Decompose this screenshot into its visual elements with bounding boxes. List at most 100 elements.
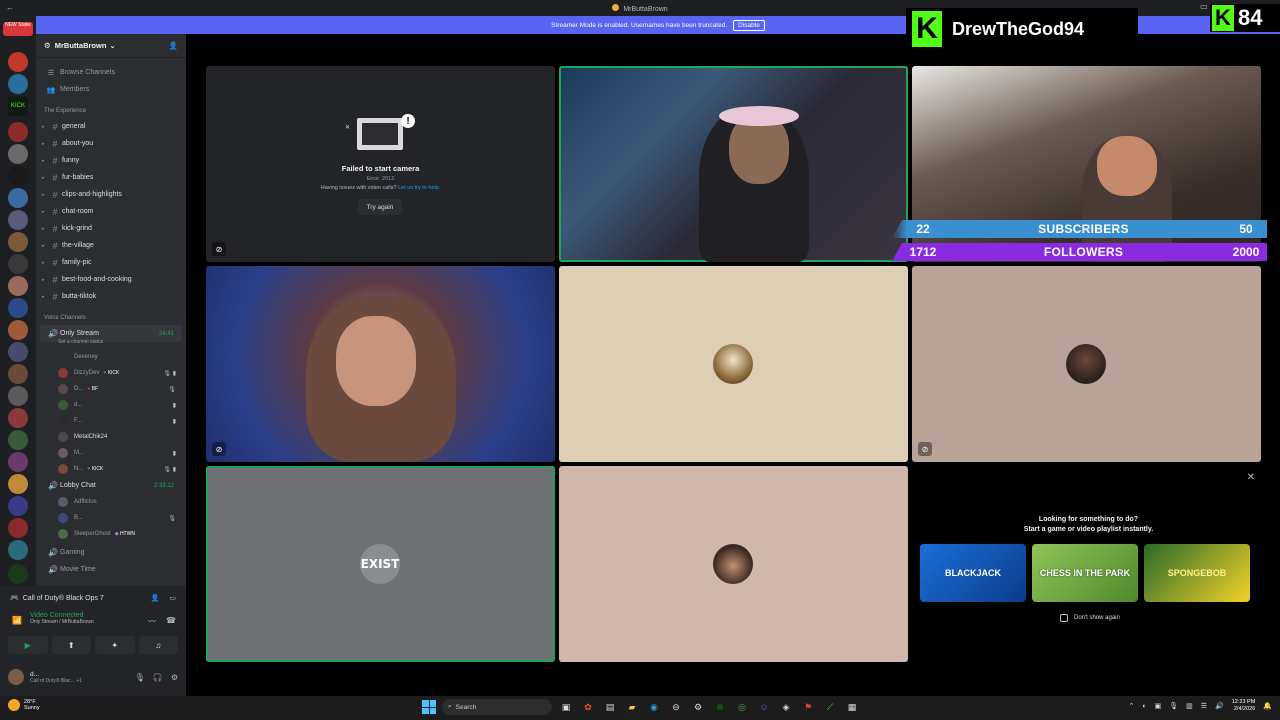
members-item[interactable]: 👥 Members	[36, 81, 186, 98]
taskbar-search[interactable]: ⌕ Search	[442, 699, 552, 715]
server-icon[interactable]	[8, 430, 28, 450]
notifications-icon[interactable]: 🔔	[1263, 702, 1272, 710]
voice-category-header[interactable]: Voice Channels	[36, 311, 186, 325]
video-tile-avatar[interactable]	[559, 466, 908, 662]
video-tile-camera-error[interactable]: ✕ ! Failed to start camera Error: 2012 H…	[206, 66, 555, 262]
invite-people-icon[interactable]: 👤	[169, 41, 178, 50]
server-icon[interactable]	[8, 276, 28, 296]
activity-card-chess[interactable]: CHESS IN THE PARK	[1032, 544, 1138, 602]
channel-fur-babies[interactable]: ▸ # fur-babies	[36, 169, 186, 186]
steam-icon[interactable]: ⚙	[690, 699, 706, 715]
stake-server-badge[interactable]: NEW Stake	[3, 22, 33, 36]
app-icon[interactable]: ▦	[844, 699, 860, 715]
server-icon[interactable]	[8, 564, 28, 584]
tray-icon[interactable]: ▣	[1155, 702, 1162, 710]
share-screen-button[interactable]: ⬆	[51, 636, 91, 654]
video-tile-avatar[interactable]	[559, 266, 908, 462]
channel-status[interactable]: Set a channel status	[36, 339, 186, 349]
weather-widget[interactable]: 28°F Sunny	[8, 699, 40, 711]
server-icon[interactable]	[8, 166, 28, 186]
server-icon[interactable]	[8, 210, 28, 230]
channel-chat-room[interactable]: ▸ # chat-room	[36, 203, 186, 220]
store-icon[interactable]: ▤	[602, 699, 618, 715]
edge-icon[interactable]: ◉	[646, 699, 662, 715]
voice-channel-movie-time[interactable]: 🔊 Movie Time	[40, 561, 182, 578]
channel-funny[interactable]: ▸ # funny	[36, 152, 186, 169]
activity-card-blackjack[interactable]: BLACKJACK	[920, 544, 1026, 602]
server-icon[interactable]	[8, 298, 28, 318]
channel-food[interactable]: ▸ # best-food-and-cooking	[36, 271, 186, 288]
volume-icon[interactable]: 🔊	[1215, 702, 1224, 710]
server-icon[interactable]	[8, 386, 28, 406]
server-icon[interactable]	[8, 74, 28, 94]
server-icon[interactable]	[8, 364, 28, 384]
mic-icon[interactable]: 🎙	[135, 673, 145, 682]
server-icon[interactable]	[8, 122, 28, 142]
server-icon[interactable]: KICK	[8, 96, 28, 116]
voice-user[interactable]: D... ● BF 🎙	[36, 381, 186, 397]
server-icon[interactable]	[8, 342, 28, 362]
soundboard-button[interactable]: ♫	[138, 636, 178, 654]
noise-suppression-icon[interactable]: 〰	[148, 616, 156, 627]
voice-user[interactable]: F... ▮	[36, 413, 186, 429]
channel-the-village[interactable]: ▸ # the-village	[36, 237, 186, 254]
gear-icon[interactable]: ⚙	[171, 673, 178, 682]
close-icon[interactable]: ✕	[1247, 472, 1255, 483]
server-icon[interactable]	[8, 188, 28, 208]
chevron-up-icon[interactable]: ⌃	[1128, 702, 1134, 710]
server-icon[interactable]	[8, 232, 28, 252]
clock[interactable]: 12:23 PM 2/4/2026	[1232, 699, 1256, 713]
avatar[interactable]	[8, 669, 24, 685]
server-icon[interactable]	[8, 254, 28, 274]
channel-family-pic[interactable]: ▸ # family-pic	[36, 254, 186, 271]
channel-clips[interactable]: ▸ # clips-and-highlights	[36, 186, 186, 203]
channel-about-you[interactable]: ▸ # about-you	[36, 135, 186, 152]
voice-user[interactable]: B... 🎙	[36, 510, 186, 526]
screen-icon[interactable]: ▭	[169, 594, 176, 602]
voice-user[interactable]: MetalChik24	[36, 429, 186, 445]
file-explorer-icon[interactable]: ▰	[624, 699, 640, 715]
voice-user[interactable]: Deveney	[36, 349, 186, 365]
app-icon[interactable]: ◈	[778, 699, 794, 715]
channel-general[interactable]: ▸ # general	[36, 118, 186, 135]
voice-user[interactable]: SleeperGhost ◆ HTWN	[36, 526, 186, 542]
channel-kick-grind[interactable]: ▸ # kick-grind	[36, 220, 186, 237]
dont-show-again[interactable]: Don't show again	[1060, 614, 1120, 622]
channel-butta-tiktok[interactable]: ▸ # butta-tiktok	[36, 288, 186, 305]
windows-start-icon[interactable]	[422, 700, 436, 714]
checkbox[interactable]	[1060, 614, 1068, 622]
server-icon[interactable]	[8, 52, 28, 72]
copilot-icon[interactable]: ✿	[580, 699, 596, 715]
person-add-icon[interactable]: 👤	[151, 594, 160, 602]
voice-channel-lobby[interactable]: 🔊 Lobby Chat 2:33:12	[40, 477, 182, 494]
voice-user[interactable]: DizzyDev ♥ KICK 🎙 ▮	[36, 365, 186, 381]
help-link[interactable]: Let us try to help.	[398, 185, 440, 191]
network-icon[interactable]: ☰	[1201, 702, 1207, 710]
video-tile-streamer[interactable]	[559, 66, 908, 262]
media-icon[interactable]: ⊖	[668, 699, 684, 715]
camera-button[interactable]: ▶	[8, 636, 48, 654]
voice-user[interactable]: Adflictus	[36, 494, 186, 510]
server-icon[interactable]	[8, 452, 28, 472]
server-icon[interactable]	[8, 496, 28, 516]
back-icon[interactable]: ←	[6, 3, 14, 12]
activity-card-spongebob[interactable]: SPONGEBOB	[1144, 544, 1250, 602]
voice-user[interactable]: M... ▮	[36, 445, 186, 461]
server-icon[interactable]	[8, 408, 28, 428]
server-icon[interactable]	[8, 144, 28, 164]
voice-user[interactable]: N... ♥ KICK 🎙 ▮	[36, 461, 186, 477]
server-icon[interactable]	[8, 320, 28, 340]
inbox-icon[interactable]: ▭	[1200, 2, 1208, 11]
video-tile-avatar[interactable]: EXIST	[206, 466, 555, 662]
server-icon[interactable]	[8, 474, 28, 494]
tray-icon[interactable]: ▥	[1186, 702, 1193, 710]
disable-streamer-mode-button[interactable]: Disable	[733, 19, 765, 31]
activity-row[interactable]: 🎮 Call of Duty® Black Ops 7 👤 ▭	[0, 586, 186, 610]
task-view-icon[interactable]: ▣	[558, 699, 574, 715]
voice-channel-gaming[interactable]: 🔊 Gaming	[40, 544, 182, 561]
disconnect-icon[interactable]: ☎	[166, 616, 176, 627]
headset-icon[interactable]: 🎧	[153, 673, 163, 682]
activities-button[interactable]: ✦	[95, 636, 135, 654]
tray-icon[interactable]: ◐	[1142, 703, 1146, 710]
discord-icon[interactable]: ☺	[756, 699, 772, 715]
